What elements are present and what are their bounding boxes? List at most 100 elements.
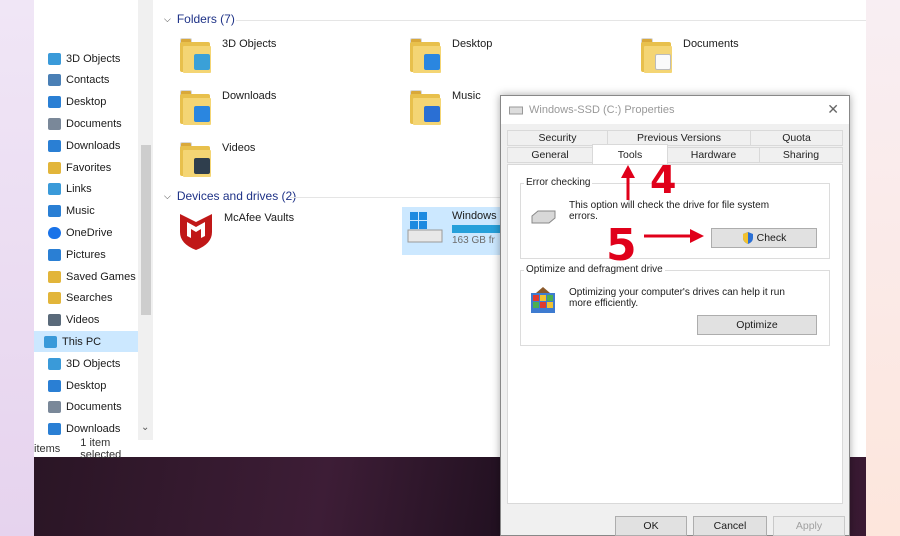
folder-label: 3D Objects [222, 38, 277, 50]
apply-button[interactable]: Apply [773, 516, 845, 536]
devices-group-header[interactable]: ⌵ Devices and drives (2) [164, 189, 296, 203]
navigation-pane[interactable]: 3D Objects Contacts Desktop Documents Downlo… [34, 0, 154, 440]
sidebar-item-favorites[interactable]: Favorites [34, 157, 138, 178]
cube-icon [194, 54, 210, 70]
step-4-label: 4 [650, 158, 677, 202]
hard-drive-icon [531, 210, 556, 224]
documents-icon [48, 401, 61, 414]
chevron-down-icon[interactable]: ⌵ [164, 191, 171, 202]
sidebar-item-documents[interactable]: Documents [34, 397, 138, 418]
gamepad-icon [48, 270, 61, 283]
folder-icon [641, 36, 675, 74]
chevron-down-icon[interactable]: ⌄ [141, 422, 149, 433]
ok-button[interactable]: OK [615, 516, 687, 536]
folder-icon [180, 88, 214, 126]
tab-quota[interactable]: Quota [750, 130, 843, 146]
sidebar-item-pictures[interactable]: Pictures [34, 244, 138, 265]
folder-documents[interactable]: Documents [641, 36, 739, 74]
device-mcafee-vaults[interactable]: McAfee Vaults [176, 210, 294, 250]
sidebar-item-links[interactable]: Links [34, 179, 138, 200]
sidebar-item-label: Downloads [66, 139, 121, 152]
sidebar-item-saved-games[interactable]: Saved Games [34, 266, 138, 287]
status-bar: items 1 item selected [34, 437, 154, 461]
folder-desktop[interactable]: Desktop [410, 36, 492, 74]
sidebar-item-downloads[interactable]: Downloads [34, 135, 138, 156]
device-label: Windows [452, 210, 497, 222]
cloud-icon [48, 226, 61, 239]
optimize-button[interactable]: Optimize [697, 315, 817, 335]
folder-3d-objects[interactable]: 3D Objects [180, 36, 276, 74]
drive-free-space: 163 GB fr [452, 235, 495, 246]
documents-icon [655, 54, 671, 70]
sidebar-item-3d-objects[interactable]: 3D Objects [34, 48, 138, 69]
music-note-icon [48, 205, 61, 218]
sidebar-item-label: Downloads [66, 423, 121, 436]
close-icon[interactable]: ✕ [827, 101, 839, 118]
status-selected: 1 item selected [80, 436, 122, 461]
folder-label: Downloads [222, 90, 277, 102]
sidebar-item-label: Pictures [66, 248, 106, 261]
step-5-label: 5 [606, 220, 637, 271]
desktop-icon [48, 96, 61, 109]
sidebar-item-desktop[interactable]: Desktop [34, 375, 138, 396]
sidebar-item-documents[interactable]: Documents [34, 113, 138, 134]
sidebar-item-label: Desktop [66, 96, 107, 109]
cube-icon [48, 52, 61, 65]
check-button-label: Check [756, 232, 787, 244]
music-note-icon [424, 106, 440, 122]
folders-group-header[interactable]: ⌵ Folders (7) [164, 12, 235, 26]
chevron-down-icon[interactable]: ⌵ [164, 14, 171, 25]
link-icon [48, 183, 61, 196]
folder-label: Documents [683, 38, 739, 50]
sidebar-item-label: Links [66, 183, 92, 196]
sidebar-item-label: 3D Objects [66, 357, 121, 370]
sidebar-item-label: 3D Objects [66, 52, 121, 65]
sidebar-item-music[interactable]: Music [34, 201, 138, 222]
sidebar-item-label: Videos [66, 314, 100, 327]
sidebar-item-videos[interactable]: Videos [34, 310, 138, 331]
download-arrow-icon [194, 106, 210, 122]
sidebar-item-onedrive[interactable]: OneDrive [34, 222, 138, 243]
sidebar-item-this-pc[interactable]: This PC [34, 331, 138, 353]
tab-general[interactable]: General [507, 147, 593, 163]
download-arrow-icon [48, 423, 61, 436]
sidebar-item-label: Music [66, 205, 95, 218]
tools-tab-panel: Error checking This option will check th… [507, 164, 843, 504]
tab-hardware[interactable]: Hardware [667, 147, 760, 163]
sidebar-item-searches[interactable]: Searches [34, 288, 138, 309]
background-left [0, 0, 34, 536]
sidebar-item-contacts[interactable]: Contacts [34, 70, 138, 91]
dialog-titlebar[interactable]: Windows-SSD (C:) Properties [501, 96, 849, 124]
folder-label: Videos [222, 142, 256, 154]
sidebar-item-label: This PC [62, 335, 102, 348]
sidebar-item-label: Documents [66, 401, 122, 414]
star-icon [48, 161, 61, 174]
group-divider [290, 197, 500, 198]
defrag-icon [531, 287, 555, 313]
nav-scrollbar-thumb[interactable] [141, 145, 151, 315]
cube-icon [48, 357, 61, 370]
computer-icon [44, 335, 57, 348]
folder-icon [410, 88, 444, 126]
folder-videos[interactable]: Videos [180, 140, 255, 178]
device-windows-drive[interactable]: Windows 163 GB fr [406, 210, 500, 246]
sidebar-item-label: Desktop [66, 379, 107, 392]
mcafee-shield-icon [180, 214, 212, 250]
film-icon [48, 314, 61, 327]
sidebar-item-label: Searches [66, 292, 113, 305]
pictures-icon [48, 248, 61, 261]
optimize-text: Optimizing your computer's drives can he… [569, 287, 785, 309]
error-checking-text: This option will check the drive for fil… [569, 200, 770, 222]
cancel-button[interactable]: Cancel [693, 516, 767, 536]
check-button[interactable]: Check [711, 228, 817, 248]
sidebar-item-3d-objects[interactable]: 3D Objects [34, 353, 138, 374]
tab-tools[interactable]: Tools [592, 144, 668, 164]
tab-sharing[interactable]: Sharing [759, 147, 843, 163]
folder-music[interactable]: Music [410, 88, 481, 126]
folder-downloads[interactable]: Downloads [180, 88, 276, 126]
sidebar-item-desktop[interactable]: Desktop [34, 92, 138, 113]
folder-icon [180, 140, 214, 178]
documents-icon [48, 117, 61, 130]
drive-icon [509, 106, 523, 115]
download-arrow-icon [48, 139, 61, 152]
